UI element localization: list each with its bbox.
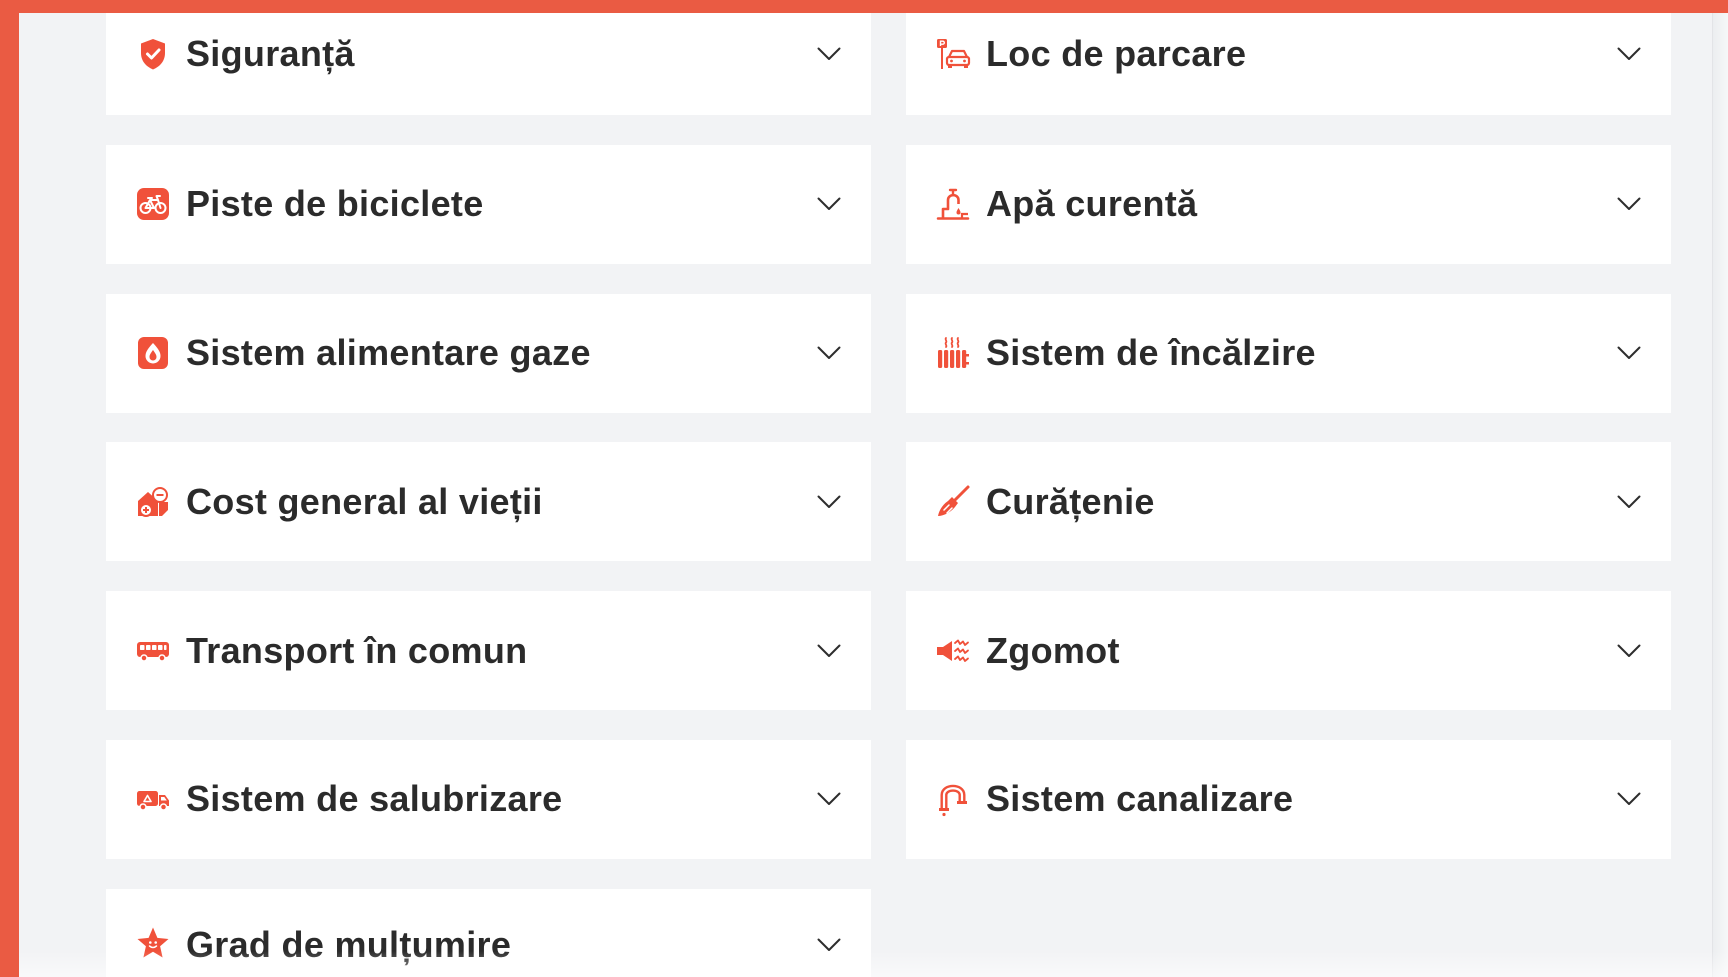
bus-icon <box>135 633 171 669</box>
accordion-item-title: Sistem de salubrizare <box>186 778 563 820</box>
chevron-down-icon[interactable] <box>1617 197 1641 211</box>
top-accent-bar <box>0 0 1728 13</box>
chevron-down-icon[interactable] <box>1617 644 1641 658</box>
chevron-down-icon[interactable] <box>1617 47 1641 61</box>
accordion-item-title: Apă curentă <box>986 183 1198 225</box>
accordion-item-curatenie[interactable]: Curățenie <box>906 442 1671 562</box>
gas-flame-icon <box>135 335 171 371</box>
broom-icon <box>935 484 971 520</box>
chevron-down-icon[interactable] <box>817 495 841 509</box>
accordion-item-loc-de-parcare[interactable]: Loc de parcare <box>906 0 1671 115</box>
accordion-item-title: Curățenie <box>986 480 1155 522</box>
accordion-item-title: Grad de mulțumire <box>186 923 512 965</box>
accordion-item-siguranta[interactable]: Siguranță <box>106 0 871 115</box>
chevron-down-icon[interactable] <box>817 197 841 211</box>
chevron-down-icon[interactable] <box>817 792 841 806</box>
accordion-item-title: Cost general al vieții <box>186 480 543 522</box>
accordion-item-sistem-alimentare-gaze[interactable]: Sistem alimentare gaze <box>106 293 871 413</box>
page: Siguranță Loc de parcare Piste de bicicl… <box>0 0 1728 977</box>
chevron-down-icon[interactable] <box>1617 346 1641 360</box>
sewer-pipe-icon <box>935 781 971 817</box>
chevron-down-icon[interactable] <box>1617 495 1641 509</box>
accordion-item-title: Sistem alimentare gaze <box>186 332 591 373</box>
chevron-down-icon[interactable] <box>817 346 841 360</box>
accordion-item-title: Zgomot <box>986 629 1120 671</box>
accordion-item-transport-in-comun[interactable]: Transport în comun <box>106 591 871 710</box>
accordion-item-cost-general-al-vietii[interactable]: Cost general al vieții <box>106 442 871 562</box>
chevron-down-icon[interactable] <box>817 644 841 658</box>
garbage-truck-icon <box>135 781 171 817</box>
window-edge <box>1712 13 1728 977</box>
cost-of-living-icon <box>135 484 171 520</box>
parking-car-icon <box>935 36 971 72</box>
accordion-item-title: Sistem canalizare <box>986 778 1294 820</box>
accordion-item-grad-de-multumire[interactable]: Grad de mulțumire <box>106 888 871 977</box>
shield-check-icon <box>135 36 171 72</box>
accordion-item-title: Sistem de încălzire <box>986 332 1316 373</box>
accordion-item-title: Piste de biciclete <box>186 183 484 225</box>
accordion-item-apa-curenta[interactable]: Apă curentă <box>906 144 1671 264</box>
accordion-item-sistem-de-salubrizare[interactable]: Sistem de salubrizare <box>106 739 871 859</box>
accordion-item-title: Siguranță <box>186 33 355 74</box>
accordion-item-piste-de-biciclete[interactable]: Piste de biciclete <box>106 144 871 264</box>
accordion-item-zgomot[interactable]: Zgomot <box>906 591 1671 710</box>
accordion-item-title: Transport în comun <box>186 629 528 671</box>
chevron-down-icon[interactable] <box>1617 792 1641 806</box>
bicycle-icon <box>135 186 171 222</box>
noise-megaphone-icon <box>935 633 971 669</box>
chevron-down-icon[interactable] <box>817 938 841 952</box>
radiator-icon <box>935 335 971 371</box>
accordion-item-title: Loc de parcare <box>986 33 1247 74</box>
star-smile-icon <box>135 925 171 961</box>
accordion-grid: Siguranță Loc de parcare Piste de bicicl… <box>106 0 1671 977</box>
water-tap-icon <box>935 186 971 222</box>
accordion-item-sistem-canalizare[interactable]: Sistem canalizare <box>906 739 1671 859</box>
left-accent-bar <box>0 0 19 977</box>
accordion-item-sistem-de-incalzire[interactable]: Sistem de încălzire <box>906 293 1671 413</box>
chevron-down-icon[interactable] <box>817 47 841 61</box>
